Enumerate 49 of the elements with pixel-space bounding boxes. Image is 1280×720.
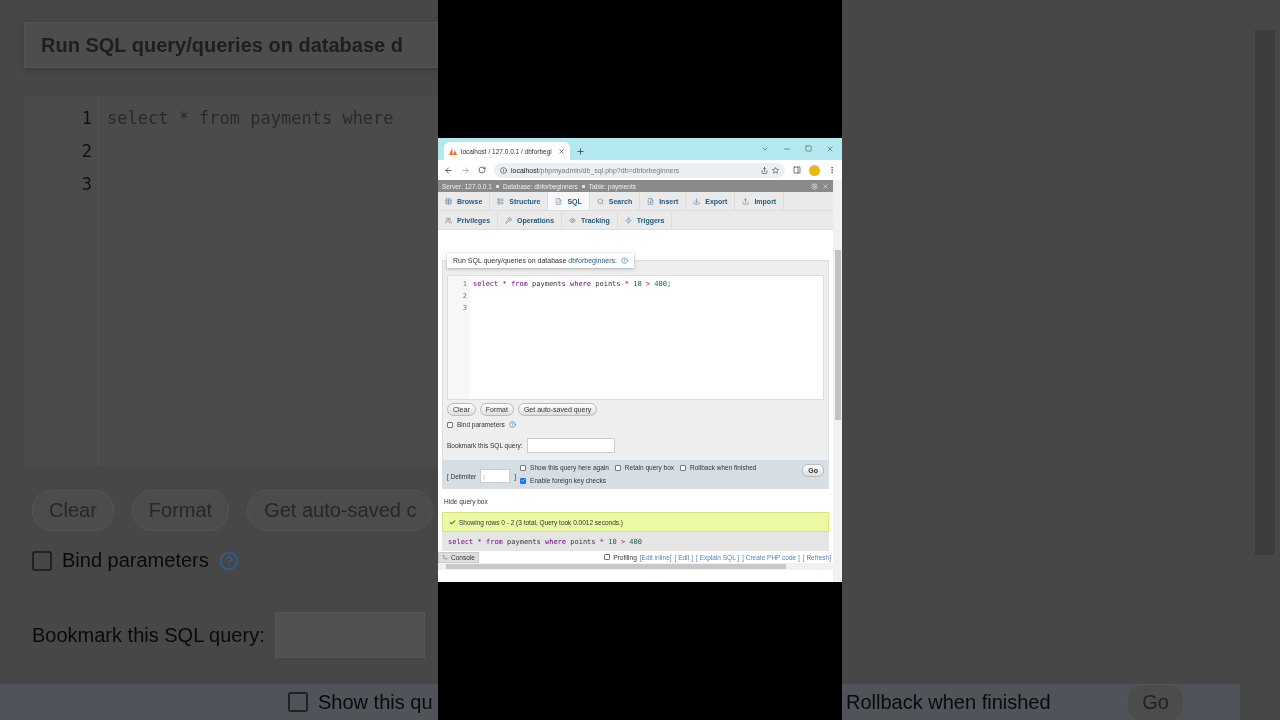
tab-icon [497, 197, 505, 205]
checkbox[interactable] [604, 554, 611, 560]
checkbox[interactable] [680, 464, 686, 471]
minimize-icon[interactable] [783, 145, 791, 153]
checkbox[interactable] [520, 464, 527, 471]
separator-icon [495, 184, 499, 188]
close-icon[interactable] [826, 145, 834, 153]
sail-icon [449, 147, 457, 155]
profile-avatar[interactable] [809, 164, 820, 176]
new-tab-icon[interactable] [576, 147, 585, 156]
checkbox[interactable] [288, 692, 308, 712]
tab-icon [505, 216, 513, 224]
field-label: Bookmark this SQL query: [32, 623, 265, 647]
tab-icon [647, 197, 655, 205]
tab-icon [445, 197, 452, 205]
maximize-icon[interactable] [805, 145, 812, 152]
check-icon [449, 518, 456, 526]
line-number: 1 [81, 108, 92, 129]
line-number: 2 [81, 141, 92, 162]
tab-icon [555, 197, 563, 205]
checkbox[interactable] [447, 421, 453, 428]
checkbox[interactable] [614, 464, 621, 471]
forward-icon[interactable] [461, 165, 470, 175]
checkbox[interactable] [520, 477, 527, 484]
chevron-icon[interactable] [761, 145, 769, 153]
tab-icon [445, 216, 452, 224]
checkbox-label: Show this qu [318, 690, 433, 714]
tab-icon [569, 216, 577, 224]
help-icon[interactable] [508, 421, 516, 428]
menu-icon[interactable] [828, 166, 836, 174]
info-icon[interactable] [500, 166, 507, 174]
back-icon[interactable] [444, 165, 453, 175]
help-icon[interactable] [621, 257, 628, 264]
checkbox-label: Rollback when finished [846, 690, 1051, 714]
checkbox-label: Bind parameters [62, 549, 209, 572]
tab-icon [693, 197, 701, 205]
share-icon[interactable] [761, 166, 768, 174]
close-icon[interactable] [558, 147, 565, 155]
tab-icon [596, 197, 604, 205]
settings-icon[interactable] [811, 182, 818, 190]
separator-icon [581, 184, 585, 188]
line-number: 3 [81, 174, 92, 195]
side-panel-icon[interactable] [793, 166, 801, 174]
terminal-icon [442, 554, 448, 560]
tab-icon [624, 216, 632, 224]
reload-icon[interactable] [478, 166, 486, 174]
star-icon[interactable] [772, 166, 779, 174]
checkbox[interactable] [32, 550, 52, 571]
tab-icon [742, 197, 750, 205]
